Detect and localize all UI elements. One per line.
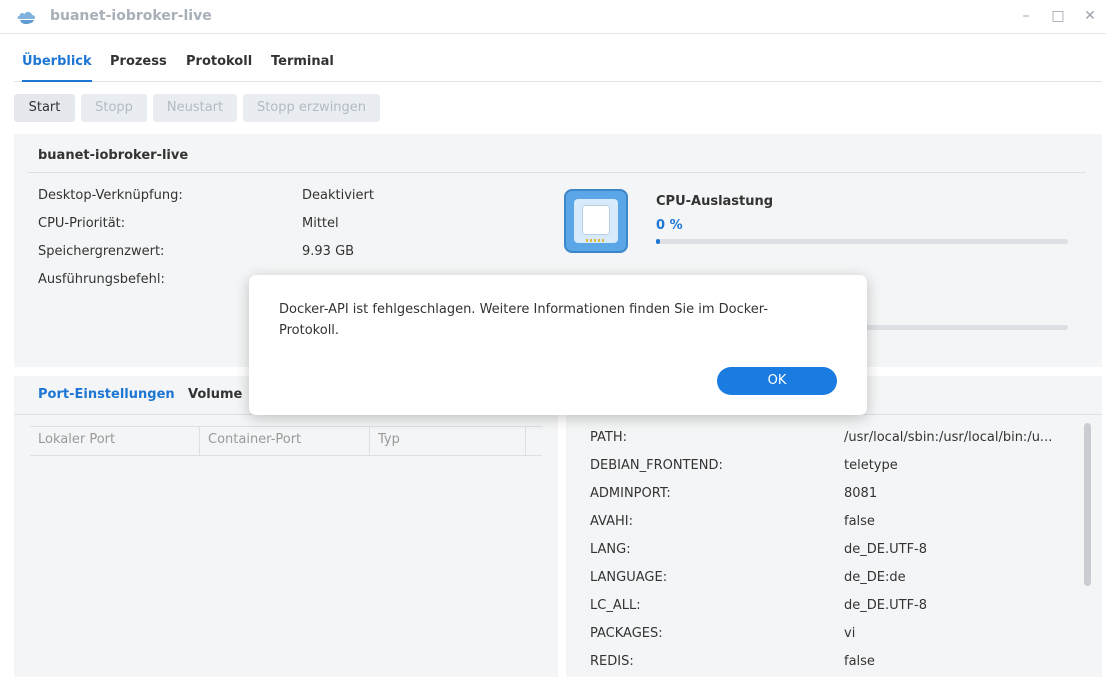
column-header-local-port[interactable]: Lokaler Port — [30, 427, 200, 455]
env-key: ADMINPORT: — [590, 486, 671, 501]
start-button[interactable]: Start — [14, 94, 75, 122]
env-value: de_DE.UTF-8 — [844, 542, 928, 557]
error-dialog: Docker-API ist fehlgeschlagen. Weitere I… — [249, 275, 867, 415]
column-header-type[interactable]: Typ — [370, 427, 526, 455]
maximize-icon[interactable]: □ — [1049, 7, 1067, 25]
env-key: LC_ALL: — [590, 598, 641, 613]
env-key: DEBIAN_FRONTEND: — [590, 458, 723, 473]
stop-button[interactable]: Stopp — [81, 94, 147, 122]
field-label: Desktop-Verknüpfung: — [38, 188, 183, 203]
env-key: LANGUAGE: — [590, 570, 668, 585]
env-value: 8081 — [844, 486, 878, 501]
tab-process[interactable]: Prozess — [110, 54, 167, 69]
main-tabs: Überblick Prozess Protokoll Terminal — [14, 36, 1102, 82]
divider — [28, 172, 1086, 173]
tab-overview[interactable]: Überblick — [22, 54, 92, 82]
title-bar: buanet-iobroker-live – □ ✕ — [0, 0, 1106, 34]
ok-button[interactable]: OK — [717, 367, 837, 395]
column-header-container-port[interactable]: Container-Port — [200, 427, 370, 455]
env-value: teletype — [844, 458, 898, 473]
environment-panel: PATH: /usr/local/sbin:/usr/local/bin:/u.… — [566, 376, 1102, 677]
tab-log[interactable]: Protokoll — [186, 54, 252, 69]
scrollbar[interactable] — [1084, 423, 1091, 586]
dialog-message: Docker-API ist fehlgeschlagen. Weitere I… — [279, 302, 769, 338]
force-stop-button[interactable]: Stopp erzwingen — [243, 94, 380, 122]
env-key: LANG: — [590, 542, 631, 557]
field-label: CPU-Priorität: — [38, 216, 126, 231]
env-value: de_DE.UTF-8 — [844, 598, 928, 613]
cpu-usage-bar-fill — [656, 239, 661, 244]
field-label: Ausführungsbefehl: — [38, 272, 165, 287]
cpu-usage-bar — [656, 239, 1068, 244]
tab-terminal[interactable]: Terminal — [271, 54, 334, 69]
env-key: PACKAGES: — [590, 626, 663, 641]
close-icon[interactable]: ✕ — [1081, 7, 1099, 25]
env-value: false — [844, 514, 875, 529]
env-value: false — [844, 654, 875, 669]
restart-button[interactable]: Neustart — [153, 94, 237, 122]
minimize-icon[interactable]: – — [1017, 7, 1035, 25]
field-label: Speichergrenzwert: — [38, 244, 165, 259]
env-value: vi — [844, 626, 856, 641]
cpu-icon — [564, 189, 628, 253]
cpu-usage-title: CPU-Auslastung — [656, 194, 774, 209]
field-value: Mittel — [302, 216, 339, 231]
tab-port-settings[interactable]: Port-Einstellungen — [38, 387, 175, 402]
env-key: REDIS: — [590, 654, 634, 669]
field-value: Deaktiviert — [302, 188, 374, 203]
cpu-usage-value: 0 % — [656, 218, 683, 233]
env-key: AVAHI: — [590, 514, 634, 529]
env-value: /usr/local/sbin:/usr/local/bin:/u... — [844, 430, 1053, 445]
container-name: buanet-iobroker-live — [38, 148, 189, 163]
field-value: 9.93 GB — [302, 244, 355, 259]
tab-volume[interactable]: Volume — [188, 387, 242, 402]
env-value: de_DE:de — [844, 570, 906, 585]
cloud-docker-icon — [17, 11, 36, 24]
window-title: buanet-iobroker-live — [50, 8, 212, 24]
table-header: Lokaler Port Container-Port Typ — [30, 426, 542, 456]
port-settings-panel: Port-Einstellungen Volume Lokaler Port C… — [14, 376, 558, 677]
env-key: PATH: — [590, 430, 627, 445]
